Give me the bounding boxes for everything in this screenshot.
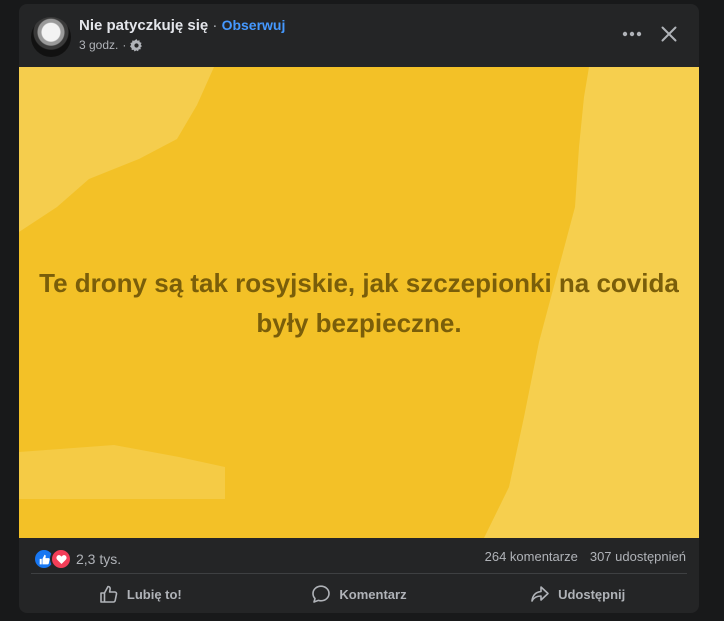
post-time[interactable]: 3 godz. bbox=[79, 38, 118, 52]
comment-label: Komentarz bbox=[339, 586, 407, 602]
comment-icon bbox=[312, 585, 331, 603]
reactions-count[interactable]: 2,3 tys. bbox=[76, 551, 121, 567]
like-label: Lubię to! bbox=[126, 586, 182, 602]
post-header: Nie patyczkuję się · Obserwuj 3 godz. · bbox=[19, 4, 699, 66]
follow-button[interactable]: Obserwuj bbox=[222, 17, 286, 33]
reactions-summary[interactable]: 2,3 tys. bbox=[33, 548, 121, 570]
like-button[interactable]: Lubię to! bbox=[31, 576, 250, 612]
more-options-icon[interactable] bbox=[619, 21, 645, 47]
engagement-counts: 264 komentarze 307 udostępnień bbox=[485, 549, 686, 564]
post-actions: Lubię to! Komentarz Udostępnij bbox=[31, 576, 687, 612]
love-reaction-icon bbox=[50, 548, 72, 570]
shares-count[interactable]: 307 udostępnień bbox=[590, 549, 686, 564]
thumbs-up-icon bbox=[100, 585, 118, 603]
share-button[interactable]: Udostępnij bbox=[468, 576, 687, 612]
share-icon bbox=[531, 586, 549, 602]
post-stats: 2,3 tys. 264 komentarze 307 udostępnień bbox=[19, 540, 699, 572]
actions-divider bbox=[31, 573, 687, 574]
author-separator: · bbox=[212, 17, 218, 34]
author-name[interactable]: Nie patyczkuję się bbox=[79, 17, 208, 34]
share-label: Udostępnij bbox=[558, 586, 626, 602]
gear-icon[interactable] bbox=[130, 38, 143, 52]
author-line: Nie patyczkuję się · Obserwuj bbox=[79, 17, 285, 34]
comments-count[interactable]: 264 komentarze bbox=[485, 549, 578, 564]
post-card: Nie patyczkuję się · Obserwuj 3 godz. · bbox=[19, 4, 699, 613]
author-avatar[interactable] bbox=[31, 17, 71, 57]
post-image[interactable]: Te drony są tak rosyjskie, jak szczepion… bbox=[19, 67, 699, 538]
comment-button[interactable]: Komentarz bbox=[250, 576, 469, 612]
image-caption: Te drony są tak rosyjskie, jak szczepion… bbox=[39, 268, 679, 338]
time-separator: · bbox=[122, 38, 127, 52]
close-icon[interactable] bbox=[656, 21, 682, 47]
post-meta: 3 godz. · bbox=[79, 38, 143, 52]
